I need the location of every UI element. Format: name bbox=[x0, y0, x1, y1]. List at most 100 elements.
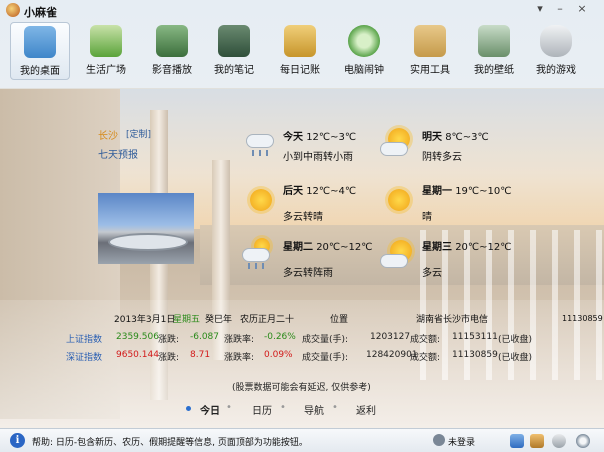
toolbar-label: 我的笔记 bbox=[214, 65, 254, 76]
forecast-day: 后天 bbox=[283, 186, 303, 197]
cloud-sun-icon bbox=[380, 128, 410, 158]
app-title: 小麻雀 bbox=[24, 6, 57, 19]
ganzhi-year-text: 癸巳年 bbox=[205, 315, 233, 325]
stock-rate: 0.09% bbox=[264, 350, 293, 360]
lunar-date-text: 农历正月二十 bbox=[240, 315, 295, 325]
toolbar-label: 实用工具 bbox=[410, 65, 450, 76]
user-icon bbox=[433, 434, 445, 446]
active-tab-dot-icon bbox=[186, 406, 191, 411]
stock-volume: 1203127 bbox=[370, 332, 411, 342]
tab-calendar[interactable]: 日历 bbox=[252, 402, 272, 417]
status-bar: i 帮助: 日历-包含新历、农历、假期提醒等信息, 页面顶部为功能按钮。 未登录 bbox=[0, 428, 604, 452]
market-status: (已收盘) bbox=[498, 353, 533, 363]
tab-rebate[interactable]: 返利 bbox=[356, 402, 376, 417]
forecast-desc: 多云 bbox=[422, 268, 442, 279]
forecast-wednesday: 星期三 20℃~12℃ bbox=[422, 238, 511, 253]
forecast-temp: 19℃~10℃ bbox=[455, 186, 512, 197]
toolbar-my-wallpaper[interactable]: 我的壁纸 bbox=[464, 22, 524, 82]
toolbox-icon bbox=[414, 25, 446, 57]
login-status-link[interactable]: 未登录 bbox=[448, 435, 475, 448]
seven-day-forecast-link[interactable]: 七天预报 bbox=[98, 146, 138, 161]
forecast-day: 今天 bbox=[283, 132, 303, 143]
toolbar-label: 生活广场 bbox=[86, 65, 126, 76]
stock-change: -6.087 bbox=[190, 332, 220, 342]
forecast-desc: 多云转阵雨 bbox=[283, 268, 333, 279]
toolbar-media-player[interactable]: 影音播放 bbox=[142, 22, 202, 82]
counter-number: 11130859 bbox=[562, 314, 603, 323]
forecast-temp: 20℃~12℃ bbox=[316, 242, 373, 253]
stock-name-link[interactable]: 深证指数 bbox=[66, 350, 102, 363]
stock-value: 9650.144 bbox=[116, 350, 159, 360]
toolbar-utilities[interactable]: 实用工具 bbox=[400, 22, 460, 82]
stock-amount: 11130859 bbox=[452, 350, 498, 360]
house-icon bbox=[24, 26, 56, 58]
forecast-today: 今天 12℃~3℃ bbox=[283, 128, 356, 143]
stock-name-link[interactable]: 上证指数 bbox=[66, 332, 102, 345]
toolbar-label: 影音播放 bbox=[152, 65, 192, 76]
main-toolbar: 我的桌面 生活广场 影音播放 我的笔记 每日记账 电脑闹钟 实用工具 我的壁纸 bbox=[8, 22, 598, 82]
customize-city-link[interactable]: [定制] bbox=[126, 127, 151, 140]
forecast-day: 星期三 bbox=[422, 242, 452, 253]
city-name[interactable]: 长沙 bbox=[98, 127, 118, 142]
cloud-sun-icon bbox=[380, 240, 412, 270]
forecast-temp: 12℃~4℃ bbox=[306, 186, 357, 197]
rate-label: 涨跌率: bbox=[224, 335, 255, 345]
toolbar-label: 每日记账 bbox=[280, 65, 320, 76]
title-bar[interactable]: 小麻雀 ▾ – × bbox=[0, 0, 604, 20]
rain-icon bbox=[244, 130, 274, 160]
forecast-day-after: 后天 12℃~4℃ bbox=[283, 182, 356, 197]
toolbar-pc-alarm[interactable]: 电脑闹钟 bbox=[334, 22, 394, 82]
rate-label: 涨跌率: bbox=[224, 353, 255, 363]
toolbar-daily-accounts[interactable]: 每日记账 bbox=[270, 22, 330, 82]
amount-label: 成交额: bbox=[410, 353, 441, 363]
help-text: 帮助: 日历-包含新历、农历、假期提醒等信息, 页面顶部为功能按钮。 bbox=[32, 438, 308, 448]
change-label: 涨跌: bbox=[158, 335, 180, 345]
city-photo bbox=[98, 193, 194, 264]
location-text: 湖南省长沙市电信 bbox=[416, 315, 489, 325]
info-icon: i bbox=[10, 433, 25, 448]
toolbar-my-desktop[interactable]: 我的桌面 bbox=[10, 22, 70, 80]
forecast-desc: 小到中雨转小雨 bbox=[283, 152, 353, 163]
forecast-temp: 8℃~3℃ bbox=[445, 132, 489, 143]
home-icon[interactable] bbox=[530, 434, 544, 448]
alarm-clock-icon bbox=[348, 25, 380, 57]
gamepad-icon bbox=[540, 25, 572, 57]
forecast-day: 星期二 bbox=[283, 242, 313, 253]
forecast-tuesday: 星期二 20℃~12℃ bbox=[283, 238, 372, 253]
stadium-shape bbox=[108, 233, 188, 251]
amount-label: 成交额: bbox=[410, 335, 441, 345]
close-button[interactable]: × bbox=[574, 2, 590, 16]
toolbar-my-games[interactable]: 我的游戏 bbox=[526, 22, 586, 82]
location-label: 位置 bbox=[330, 315, 349, 325]
stock-change: 8.71 bbox=[190, 350, 211, 360]
ledger-dollar-icon bbox=[284, 25, 316, 57]
menu-dropdown-button[interactable]: ▾ bbox=[532, 2, 548, 16]
gear-icon[interactable] bbox=[576, 434, 590, 448]
volume-label: 成交量(手): bbox=[302, 335, 349, 345]
toolbar-label: 我的壁纸 bbox=[474, 65, 514, 76]
forecast-desc: 多云转晴 bbox=[283, 212, 323, 223]
notebook-icon bbox=[218, 25, 250, 57]
stats-icon[interactable] bbox=[510, 434, 524, 448]
volume-label: 成交量(手): bbox=[302, 353, 349, 363]
forecast-tomorrow: 明天 8℃~3℃ bbox=[422, 128, 489, 143]
film-reel-icon bbox=[156, 25, 188, 57]
background-floor bbox=[0, 300, 604, 430]
tab-navigation[interactable]: 导航 bbox=[304, 402, 324, 417]
tab-today[interactable]: 今日 bbox=[200, 402, 220, 417]
toolbar-my-notes[interactable]: 我的笔记 bbox=[204, 22, 264, 82]
toolbar-life-square[interactable]: 生活广场 bbox=[76, 22, 136, 82]
forecast-temp: 20℃~12℃ bbox=[455, 242, 512, 253]
market-status: (已收盘) bbox=[498, 335, 533, 345]
date-text: 2013年3月1日 bbox=[114, 315, 176, 325]
sun-icon bbox=[384, 187, 414, 217]
stock-amount: 11153111 bbox=[452, 332, 498, 342]
minimize-button[interactable]: – bbox=[552, 2, 568, 16]
forecast-temp: 12℃~3℃ bbox=[306, 132, 357, 143]
stock-rate: -0.26% bbox=[264, 332, 296, 342]
forecast-desc: 阴转多云 bbox=[422, 152, 462, 163]
forecast-desc: 晴 bbox=[422, 212, 432, 223]
cloud-rain-icon bbox=[242, 238, 272, 269]
gamepad-icon[interactable] bbox=[552, 434, 566, 448]
toolbar-label: 我的游戏 bbox=[536, 65, 576, 76]
